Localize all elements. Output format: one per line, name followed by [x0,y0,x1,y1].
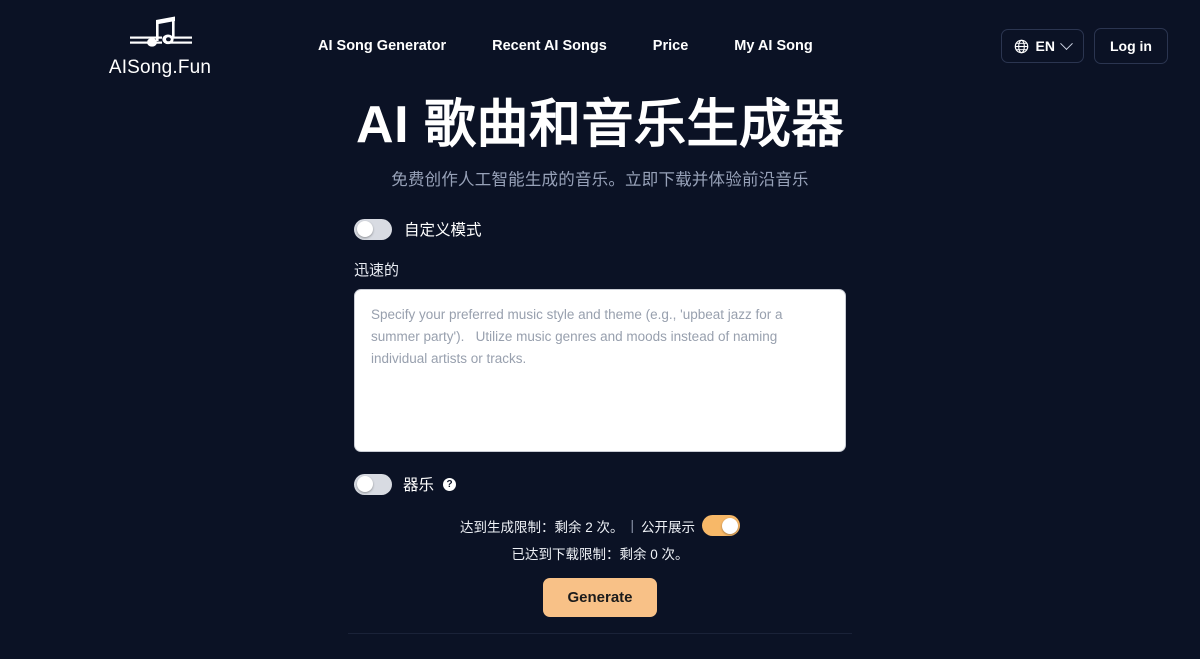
globe-icon [1014,39,1028,53]
instrumental-toggle[interactable] [354,473,392,495]
nav-item-ai-song-generator[interactable]: AI Song Generator [318,38,446,54]
custom-mode-row: 自定义模式 [354,218,846,240]
toggle-knob [356,476,373,493]
custom-mode-label: 自定义模式 [404,222,482,240]
toggle-knob [356,221,373,238]
nav-item-recent-ai-songs[interactable]: Recent AI Songs [492,38,607,54]
language-selector[interactable]: EN [1000,29,1084,63]
generation-limit-text: 达到生成限制：剩余 2 次。 [459,519,624,535]
nav-item-price[interactable]: Price [653,38,688,54]
limits-separator: | [630,518,635,534]
section-divider [348,633,852,635]
toggle-knob [721,517,738,534]
download-limit-text: 已达到下载限制：剩余 0 次。 [511,547,689,563]
header-actions: EN Log in [1000,28,1168,64]
generator-form: 自定义模式 迅速的 器乐 ? 达到生成限制：剩余 2 次。 | 公开展示 已达到… [354,218,846,618]
site-header: AISong.Fun AI Song Generator Recent AI S… [0,0,1200,92]
generate-button[interactable]: Generate [543,578,657,618]
custom-mode-toggle[interactable] [354,218,392,240]
logo[interactable]: AISong.Fun [95,14,225,79]
language-label: EN [1035,38,1055,54]
page-subtitle: 免费创作人工智能生成的音乐。立即下载并体验前沿音乐 [391,171,809,190]
login-button[interactable]: Log in [1094,28,1168,64]
nav-item-my-ai-song[interactable]: My AI Song [734,38,812,54]
chevron-down-icon [1060,36,1073,50]
instrumental-label: 器乐 [403,477,435,495]
question-mark-icon[interactable]: ? [443,477,457,491]
hero-section: AI 歌曲和音乐生成器 免费创作人工智能生成的音乐。立即下载并体验前沿音乐 [0,96,1200,190]
main-nav: AI Song Generator Recent AI Songs Price … [318,38,813,54]
limits-info: 达到生成限制：剩余 2 次。 | 公开展示 已达到下载限制：剩余 0 次。 [354,515,846,563]
generate-row: Generate [354,578,846,618]
generation-limit-row: 达到生成限制：剩余 2 次。 | 公开展示 [354,515,846,537]
prompt-label: 迅速的 [354,262,400,280]
instrumental-row: 器乐 ? [354,473,846,495]
prompt-input[interactable] [354,289,846,453]
page-title: AI 歌曲和音乐生成器 [356,96,844,154]
public-display-label: 公开展示 [641,519,696,535]
public-display-toggle[interactable] [702,515,741,537]
logo-text: AISong.Fun [108,56,212,78]
music-notes-staff-icon [130,16,192,47]
